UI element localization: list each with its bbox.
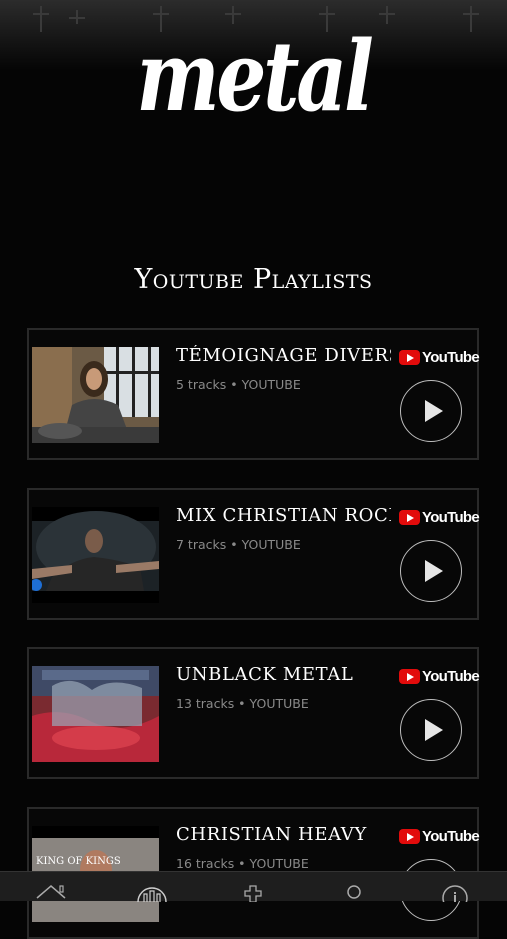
playlist-title: MIX CHRISTIAN ROCK/... [176, 505, 391, 526]
playlist-card[interactable]: TÉMOIGNAGE DIVERS 5 tracks • YOUTUBE You… [27, 328, 480, 460]
playlist-meta: 13 tracks • YOUTUBE [176, 696, 309, 711]
thumbnail-caption: KING OF KINGS [36, 856, 121, 867]
circle-icon [347, 885, 361, 899]
tab-faith[interactable] [202, 872, 303, 902]
playlist-meta: 7 tracks • YOUTUBE [176, 537, 301, 552]
playlist-card[interactable]: MIX CHRISTIAN ROCK/... 7 tracks • YOUTUB… [27, 488, 480, 620]
playlist-thumbnail [32, 347, 159, 443]
youtube-icon [399, 349, 420, 365]
youtube-icon [399, 828, 420, 844]
playlist-thumbnail [32, 666, 159, 762]
play-button[interactable] [400, 540, 462, 602]
tab-circle[interactable] [303, 872, 404, 901]
playlist-title: UNBLACK METAL [176, 664, 354, 685]
playlist-thumbnail [32, 507, 159, 603]
home-icon [36, 885, 66, 899]
youtube-label: YouTube [422, 508, 480, 526]
cross-decoration [463, 6, 479, 32]
tab-info[interactable] [404, 872, 505, 902]
playlist-meta: 5 tracks • YOUTUBE [176, 377, 301, 392]
playlist-title: TÉMOIGNAGE DIVERS [176, 345, 391, 366]
tab-home[interactable] [0, 872, 101, 901]
tab-station[interactable] [101, 872, 202, 902]
play-button[interactable] [400, 380, 462, 442]
tab-bar [0, 871, 507, 902]
youtube-label: YouTube [422, 348, 480, 366]
playlist-meta: 16 tracks • YOUTUBE [176, 856, 309, 871]
info-icon [442, 885, 468, 902]
youtube-logo: YouTube [399, 667, 480, 685]
cross-decoration [33, 6, 49, 32]
youtube-logo: YouTube [399, 827, 480, 845]
section-title: Youtube Playlists [134, 264, 373, 295]
youtube-icon [399, 509, 420, 525]
play-button[interactable] [400, 699, 462, 761]
cross-icon [244, 885, 262, 902]
youtube-logo: YouTube [399, 348, 480, 366]
playlist-card[interactable]: UNBLACK METAL 13 tracks • YOUTUBE YouTub… [27, 647, 480, 779]
youtube-label: YouTube [422, 667, 480, 685]
app-logo: metal [136, 20, 374, 133]
youtube-logo: YouTube [399, 508, 480, 526]
youtube-icon [399, 668, 420, 684]
app-logo-icon [137, 887, 167, 902]
playlist-title: CHRISTIAN HEAVY [176, 824, 367, 845]
youtube-label: YouTube [422, 827, 480, 845]
